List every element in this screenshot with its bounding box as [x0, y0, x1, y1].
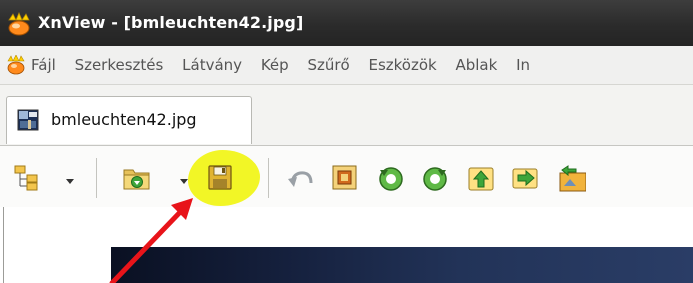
xnview-small-icon[interactable]	[6, 55, 26, 75]
tree-view-dropdown-arrow-icon[interactable]	[66, 179, 74, 184]
toolbar	[0, 145, 693, 207]
xnview-icon	[8, 12, 30, 36]
move-up-icon[interactable]	[466, 164, 496, 192]
tab-image[interactable]: bmleuchten42.jpg	[6, 96, 252, 144]
rotate-right-icon[interactable]	[420, 164, 450, 192]
window-title-bar: XnView - [bmleuchten42.jpg]	[0, 0, 693, 46]
tree-view-icon[interactable]	[12, 164, 42, 192]
menu-item-filter[interactable]: Szűrő	[307, 56, 349, 74]
menu-item-view[interactable]: Látvány	[182, 56, 242, 74]
menu-bar: Fájl Szerkesztés Látvány Kép Szűrő Eszkö…	[0, 46, 693, 85]
open-dropdown-arrow-icon[interactable]	[180, 179, 188, 184]
window-title: XnView - [bmleuchten42.jpg]	[38, 13, 304, 32]
next-icon[interactable]	[510, 164, 540, 192]
save-icon[interactable]	[206, 164, 236, 192]
toolbar-separator	[268, 158, 269, 198]
image-preview	[111, 247, 693, 283]
left-panel-edge	[3, 207, 4, 283]
undo-icon[interactable]	[286, 164, 316, 192]
image-view-area	[0, 207, 693, 283]
menu-item-info[interactable]: In	[516, 56, 530, 74]
open-folder-icon[interactable]	[122, 164, 152, 192]
menu-item-edit[interactable]: Szerkesztés	[75, 56, 164, 74]
toolbar-separator	[96, 158, 97, 198]
image-thumbnail-icon	[17, 109, 39, 131]
rotate-left-icon[interactable]	[376, 164, 406, 192]
menu-item-tools[interactable]: Eszközök	[368, 56, 436, 74]
tab-label: bmleuchten42.jpg	[51, 110, 197, 129]
menu-item-window[interactable]: Ablak	[455, 56, 497, 74]
menu-item-file[interactable]: Fájl	[31, 56, 56, 74]
batch-icon[interactable]	[556, 164, 586, 192]
crop-icon[interactable]	[330, 164, 360, 192]
tab-bar: bmleuchten42.jpg	[0, 85, 693, 145]
menu-item-image[interactable]: Kép	[261, 56, 289, 74]
